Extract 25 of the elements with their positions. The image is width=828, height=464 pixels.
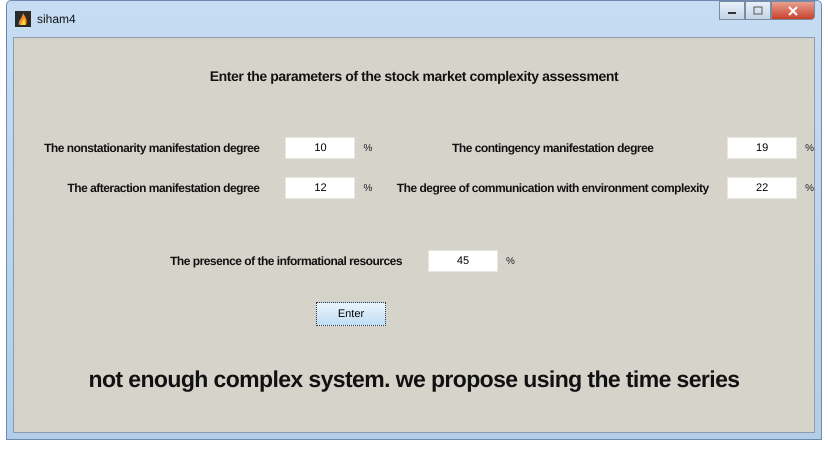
unit-label: % (363, 142, 372, 154)
maximize-button[interactable] (745, 1, 771, 20)
close-button[interactable] (771, 1, 815, 20)
unit-label: % (363, 182, 372, 194)
unit-label: % (805, 142, 814, 154)
flame-icon (15, 11, 31, 27)
parameter-label: The degree of communication with environment complexity (396, 181, 709, 195)
unit-label: % (805, 182, 814, 194)
unit-label: % (506, 256, 515, 266)
parameter-label: The presence of the informational resources (170, 254, 402, 268)
parameter-label: The contingency manifestation degree (452, 141, 654, 155)
form-heading: Enter the parameters of the stock market complexity assessment (208, 68, 620, 84)
result-message: not enough complex system. we propose using the time series (88, 366, 740, 393)
close-icon (787, 6, 799, 16)
percent-input[interactable]: 22 (727, 177, 798, 199)
percent-input[interactable]: 10 (285, 137, 356, 159)
parameter-label: The afteraction manifestation degree (67, 181, 260, 195)
percent-input[interactable]: 19 (727, 137, 798, 159)
percent-input[interactable]: 45 (428, 250, 498, 272)
maximize-icon (753, 6, 763, 15)
window-title: siham4 (37, 12, 76, 26)
parameter-label: The nonstationarity manifestation degree (44, 141, 260, 155)
percent-input[interactable]: 12 (285, 177, 356, 199)
minimize-button[interactable] (719, 1, 745, 20)
enter-button[interactable]: Enter (316, 302, 386, 326)
